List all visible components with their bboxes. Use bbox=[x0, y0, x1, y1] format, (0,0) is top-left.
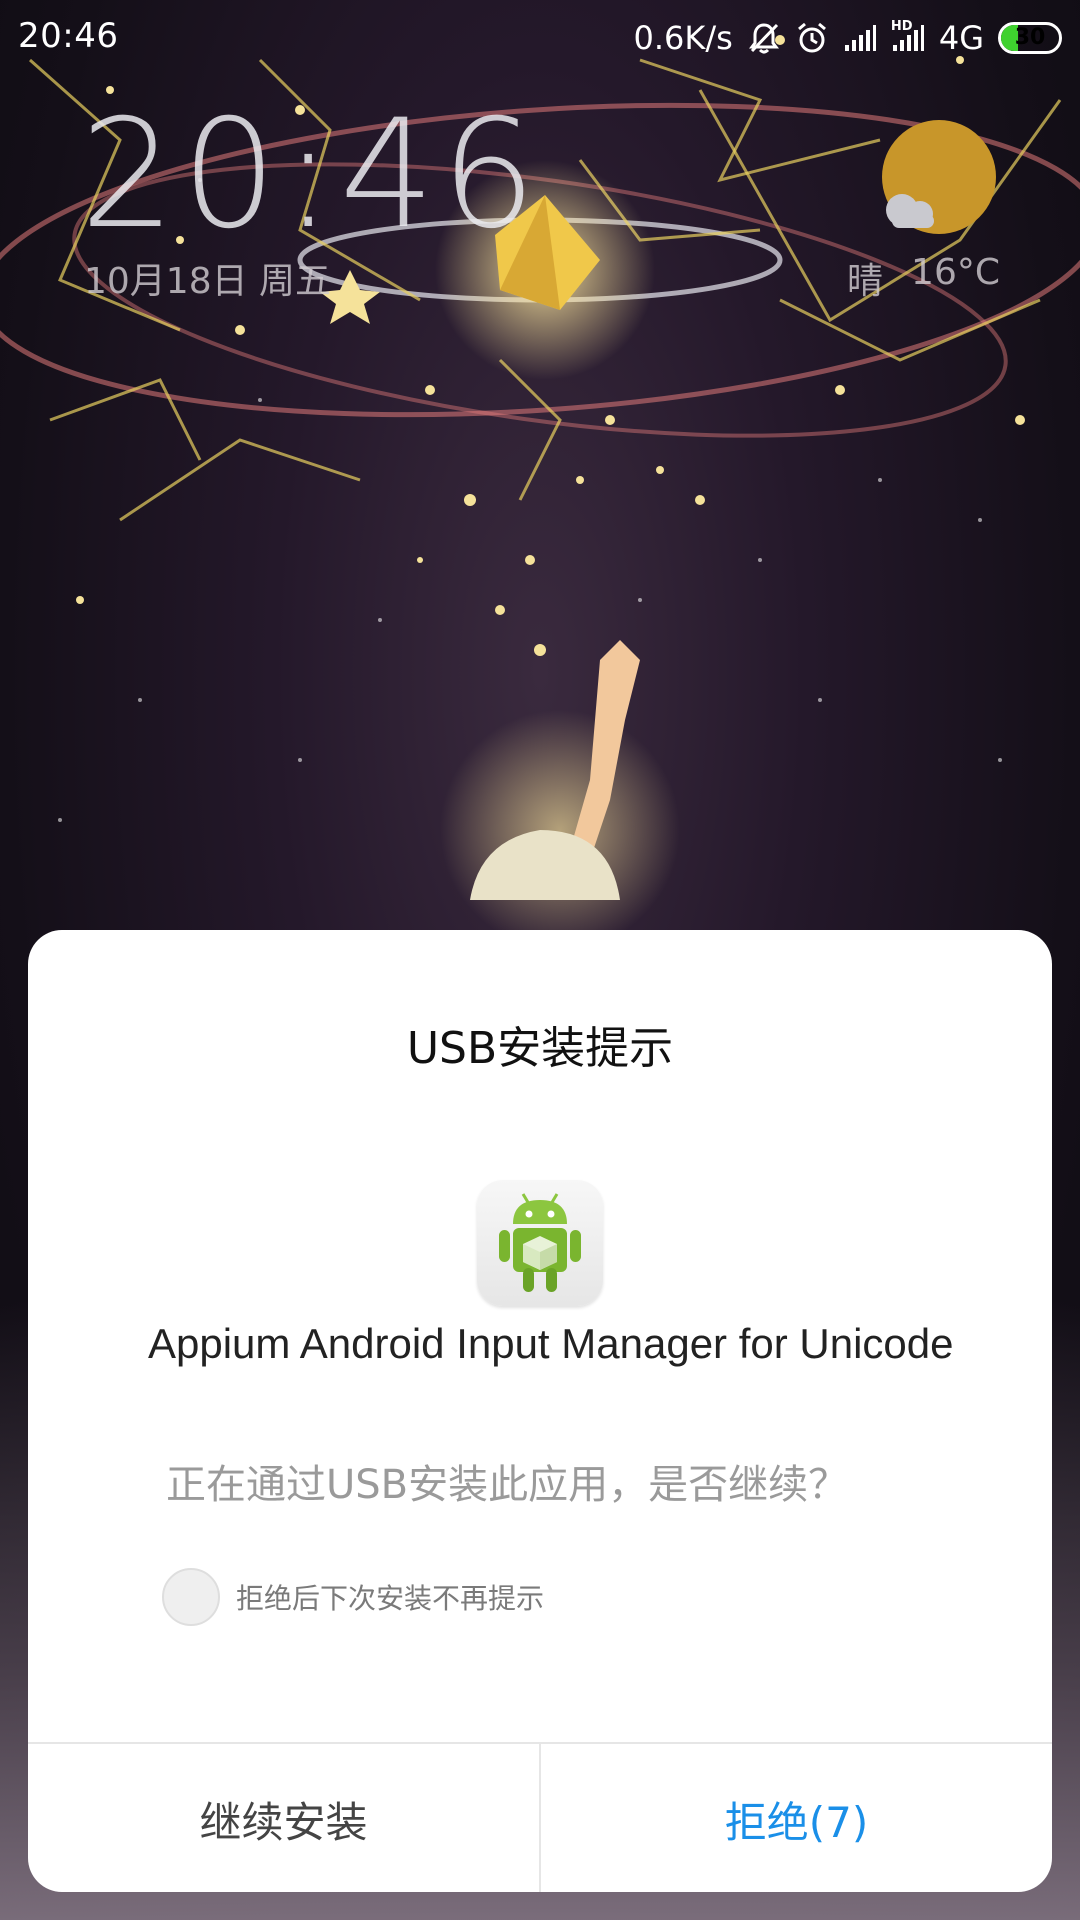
app-icon bbox=[477, 1180, 603, 1306]
lock-clock: 20:46 bbox=[80, 88, 543, 262]
usb-install-dialog: USB安装提示 Appium Android Input Manager for… bbox=[28, 930, 1052, 1892]
android-robot-icon bbox=[499, 1193, 581, 1292]
dont-remind-label: 拒绝后下次安装不再提示 bbox=[236, 1582, 545, 1615]
dialog-button-bar: 继续安装 拒绝(7) bbox=[28, 1742, 1052, 1892]
signal-bars-icon bbox=[843, 23, 877, 53]
weather-info: 晴 16°C bbox=[847, 252, 1000, 304]
mute-bell-icon bbox=[747, 21, 781, 55]
status-icons: 0.6K/s HD 4G 30 bbox=[634, 14, 1062, 62]
weather-cloud-icon bbox=[886, 194, 934, 228]
lock-date: 10月18日 周五 bbox=[84, 261, 332, 302]
reject-button[interactable]: 拒绝(7) bbox=[541, 1744, 1052, 1892]
lock-screen: 20:46 0.6K/s HD 4G 30 20:46 10月18日 周五 晴 … bbox=[0, 0, 1080, 1920]
status-time: 20:46 bbox=[18, 16, 119, 56]
weather-condition: 晴 bbox=[847, 261, 884, 302]
hd-signal-icon: HD bbox=[891, 19, 925, 53]
dialog-message: 正在通过USB安装此应用，是否继续？ bbox=[166, 1462, 849, 1508]
status-bar: 20:46 0.6K/s HD 4G 30 bbox=[0, 0, 1080, 76]
network-speed: 0.6K/s bbox=[633, 19, 733, 57]
network-type: 4G bbox=[938, 19, 984, 57]
dont-remind-checkbox[interactable] bbox=[162, 1568, 220, 1626]
battery-level: 30 bbox=[1014, 25, 1046, 50]
battery-icon: 30 bbox=[998, 22, 1062, 54]
alarm-icon bbox=[795, 21, 829, 55]
continue-install-button[interactable]: 继续安装 bbox=[28, 1744, 541, 1892]
weather-temperature: 16°C bbox=[911, 252, 1000, 293]
hd-label: HD bbox=[890, 19, 913, 34]
dialog-title: USB安装提示 bbox=[406, 1023, 674, 1074]
dont-remind-option[interactable]: 拒绝后下次安装不再提示 bbox=[162, 1568, 544, 1626]
app-name: Appium Android Input Manager for Unicode bbox=[148, 1320, 954, 1367]
